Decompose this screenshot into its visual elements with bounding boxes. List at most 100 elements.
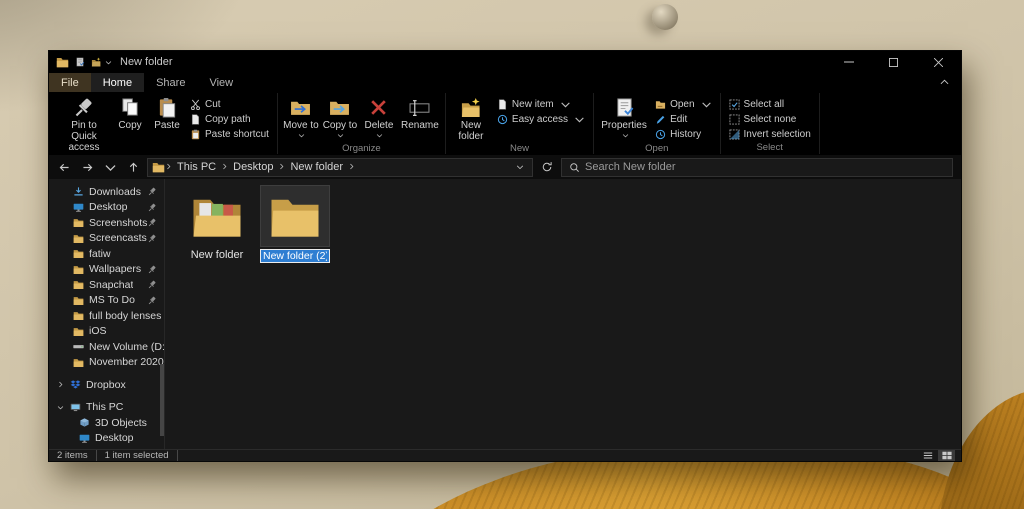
qat-customize-caret[interactable] [105, 59, 112, 66]
select-none-icon [729, 114, 740, 125]
copy-to-icon [329, 97, 350, 118]
tab-view[interactable]: View [197, 73, 245, 92]
sidebar-item-downloads[interactable]: Downloads [49, 184, 164, 200]
history-button[interactable]: History [652, 127, 714, 141]
select-all-icon [729, 99, 740, 110]
chevron-down-icon[interactable] [57, 404, 65, 411]
refresh-button[interactable] [538, 161, 556, 173]
rename-input[interactable] [260, 249, 330, 263]
pin-icon [148, 265, 157, 274]
sidebar-scrollbar[interactable] [160, 364, 164, 436]
cut-button[interactable]: Cut [187, 97, 272, 111]
new-item-button[interactable]: New item [494, 97, 588, 111]
breadcrumb[interactable]: This PC Desktop New folder [147, 157, 533, 177]
sidebar-item-fatiw[interactable]: fatiw [49, 246, 164, 262]
pin-icon [74, 97, 95, 118]
file-list[interactable]: New folder [165, 179, 961, 449]
close-button[interactable] [916, 51, 961, 73]
collapse-ribbon-button[interactable] [940, 73, 961, 92]
qat-new-folder-button[interactable] [91, 57, 101, 67]
sidebar-item-ms-to-do[interactable]: MS To Do [49, 293, 164, 309]
folder-icon [73, 264, 84, 275]
sidebar-item-3d-objects[interactable]: 3D Objects [49, 415, 164, 431]
folder-icon [79, 448, 90, 449]
scissors-icon [190, 99, 201, 110]
folder-icon [73, 217, 84, 228]
sidebar-item-screencasts[interactable]: Screencasts [49, 231, 164, 247]
breadcrumb-desktop[interactable]: Desktop [228, 161, 278, 173]
sidebar-item-dropbox[interactable]: Dropbox [49, 377, 164, 393]
clipboard-icon [190, 129, 201, 140]
breadcrumb-this-pc[interactable]: This PC [172, 161, 221, 173]
location-folder-icon [152, 161, 165, 173]
paste-button[interactable]: Paste [150, 95, 184, 153]
move-to-button[interactable]: Move to [283, 95, 319, 142]
tab-file[interactable]: File [49, 73, 91, 92]
sidebar-item-screenshots[interactable]: Screenshots [49, 215, 164, 231]
maximize-button[interactable] [871, 51, 916, 73]
easy-access-button[interactable]: Easy access [494, 112, 588, 126]
new-item-icon [497, 99, 508, 110]
select-group-label: Select [756, 142, 783, 153]
sidebar-item-desktop[interactable]: Desktop [49, 200, 164, 216]
sidebar-item-desktop-2[interactable]: Desktop [49, 431, 164, 447]
sidebar-item-documents[interactable]: Documents [49, 446, 164, 449]
breadcrumb-new-folder[interactable]: New folder [285, 161, 348, 173]
properties-icon [614, 97, 635, 118]
search-input[interactable] [585, 161, 945, 173]
sidebar-item-full-body-lenses[interactable]: full body lenses [49, 308, 164, 324]
qat-properties-button[interactable] [75, 57, 85, 67]
titlebar[interactable]: New folder [49, 51, 961, 73]
folder-tile-new-folder[interactable]: New folder [181, 186, 253, 261]
sidebar-item-snapchat[interactable]: Snapchat [49, 277, 164, 293]
file-explorer-window: New folder File Home Share View Pin to Q… [48, 50, 962, 462]
paste-icon [157, 97, 178, 118]
sidebar-item-wallpapers[interactable]: Wallpapers [49, 262, 164, 278]
back-button[interactable] [55, 161, 73, 174]
edit-button[interactable]: Edit [652, 112, 714, 126]
ribbon-tab-bar: File Home Share View [49, 73, 961, 92]
sidebar-item-new-volume-d[interactable]: New Volume (D:) [49, 339, 164, 355]
wall-object [652, 4, 678, 30]
address-dropdown-caret[interactable] [512, 163, 528, 171]
search-box [561, 157, 953, 177]
status-bar: 2 items 1 item selected [49, 449, 961, 461]
copy-button[interactable]: Copy [113, 95, 147, 153]
chevron-right-icon[interactable] [57, 381, 65, 388]
selection-count: 1 item selected [97, 449, 178, 461]
details-view-button[interactable] [919, 450, 936, 461]
sidebar-item-november-2020[interactable]: November 2020 [49, 355, 164, 371]
pin-to-quick-access-button[interactable]: Pin to Quick access [58, 95, 110, 153]
select-none-button[interactable]: Select none [726, 112, 814, 126]
tab-home[interactable]: Home [90, 73, 145, 92]
new-folder-button[interactable]: New folder [451, 95, 491, 142]
forward-button[interactable] [78, 161, 96, 174]
tab-share[interactable]: Share [144, 73, 197, 92]
copy-to-button[interactable]: Copy to [322, 95, 358, 142]
minimize-button[interactable] [826, 51, 871, 73]
copy-path-button[interactable]: Copy path [187, 112, 272, 126]
thumbnails-view-button[interactable] [938, 450, 955, 461]
clock-icon [655, 129, 666, 140]
copy-icon [120, 97, 141, 118]
pin-icon [148, 218, 157, 227]
sidebar-item-ios[interactable]: iOS [49, 324, 164, 340]
properties-button[interactable]: Properties [599, 95, 649, 142]
folder-icon [73, 326, 84, 337]
recent-locations-caret[interactable] [101, 161, 119, 174]
open-folder-icon [655, 99, 666, 110]
pin-icon [148, 280, 157, 289]
details-view-icon [923, 451, 933, 460]
select-all-button[interactable]: Select all [726, 97, 814, 111]
cube-icon [79, 417, 90, 428]
open-button[interactable]: Open [652, 97, 714, 111]
invert-selection-button[interactable]: Invert selection [726, 127, 814, 141]
delete-button[interactable]: Delete [361, 95, 397, 142]
paste-shortcut-button[interactable]: Paste shortcut [187, 127, 272, 141]
up-button[interactable] [124, 161, 142, 174]
sidebar-item-this-pc[interactable]: This PC [49, 400, 164, 416]
rename-button[interactable]: Rename [400, 95, 440, 142]
folder-tile-new-folder-2[interactable] [259, 185, 331, 263]
folder-with-files-icon [183, 186, 251, 246]
monitor-icon [79, 433, 90, 444]
